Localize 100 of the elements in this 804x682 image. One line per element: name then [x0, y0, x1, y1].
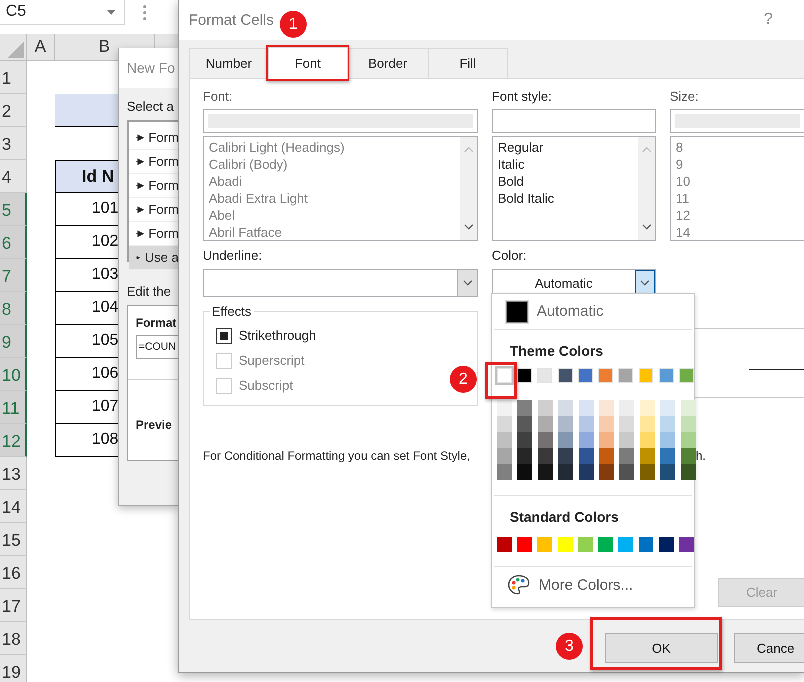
tab[interactable]: Font	[268, 47, 348, 79]
color-swatch[interactable]	[619, 432, 634, 448]
color-swatch[interactable]	[497, 416, 512, 432]
color-swatch[interactable]	[660, 432, 676, 448]
section-label: Select a	[127, 99, 175, 114]
dialog-title: New Fo	[119, 48, 179, 88]
automatic-option[interactable]: Automatic	[492, 294, 694, 329]
color-swatch[interactable]	[680, 448, 696, 464]
help-button[interactable]: ?	[764, 11, 773, 29]
color-swatch[interactable]	[517, 448, 532, 464]
color-swatch[interactable]	[497, 448, 512, 464]
row-header: 4	[0, 160, 27, 193]
color-swatch[interactable]	[619, 464, 634, 480]
sample-line	[749, 369, 804, 370]
color-swatch[interactable]	[658, 537, 674, 552]
color-swatch[interactable]	[558, 448, 574, 464]
arrow-icon	[136, 254, 140, 262]
list-item[interactable]: Use a	[129, 246, 179, 270]
color-swatch[interactable]	[558, 400, 574, 416]
ok-button[interactable]: OK	[605, 633, 718, 663]
list-item[interactable]: Italic	[498, 156, 633, 173]
color-swatch[interactable]	[497, 537, 512, 552]
color-swatch[interactable]	[538, 432, 553, 448]
scroll-up-icon	[642, 147, 652, 153]
color-swatch[interactable]	[538, 416, 553, 432]
color-swatch[interactable]	[517, 537, 532, 552]
color-swatch[interactable]	[538, 464, 553, 480]
list-box[interactable]: Regular Italic Bold Bold Italic	[492, 136, 656, 241]
color-swatch[interactable]	[660, 464, 676, 480]
color-swatch[interactable]	[578, 537, 593, 552]
color-swatch[interactable]	[538, 400, 553, 416]
arrow-icon	[136, 158, 144, 166]
color-swatch[interactable]	[660, 416, 676, 432]
color-swatch[interactable]	[497, 400, 512, 416]
color-swatch[interactable]	[578, 416, 594, 432]
color-swatch[interactable]	[497, 432, 512, 448]
color-swatch[interactable]	[660, 400, 676, 416]
checkbox[interactable]	[216, 328, 232, 344]
checkbox-label: Superscript	[239, 353, 305, 368]
color-swatch[interactable]	[640, 448, 655, 464]
row-header: 16	[0, 556, 27, 589]
color-swatch[interactable]	[680, 432, 696, 448]
row-header: 15	[0, 523, 27, 556]
color-swatch[interactable]	[660, 448, 676, 464]
chevron-down-icon	[640, 280, 650, 286]
color-swatch[interactable]	[517, 464, 532, 480]
color-swatch[interactable]	[680, 464, 696, 480]
input-field[interactable]	[203, 109, 478, 133]
color-swatch[interactable]	[618, 537, 634, 552]
color-swatch[interactable]	[578, 432, 594, 448]
color-swatch[interactable]	[578, 400, 594, 416]
color-swatch[interactable]	[558, 416, 574, 432]
color-swatch[interactable]	[640, 432, 655, 448]
color-swatch[interactable]	[558, 464, 574, 480]
row-header: 8	[0, 292, 27, 325]
input-field[interactable]	[670, 109, 804, 133]
color-swatch[interactable]	[679, 537, 694, 552]
color-swatch[interactable]	[638, 537, 654, 552]
color-swatch[interactable]	[517, 416, 532, 432]
color-swatch[interactable]	[517, 400, 532, 416]
color-swatch[interactable]	[497, 464, 512, 480]
cancel-button[interactable]: Cance	[734, 633, 804, 663]
color-swatch[interactable]	[598, 464, 614, 480]
tab[interactable]: Number	[189, 48, 269, 78]
list-item[interactable]: Regular	[498, 139, 633, 156]
color-swatch[interactable]	[619, 400, 634, 416]
arrow-icon	[136, 134, 144, 142]
field-label: Size:	[670, 89, 700, 105]
list-item[interactable]: Bold Italic	[498, 190, 633, 207]
color-swatch[interactable]	[578, 464, 594, 480]
column-header: A	[27, 34, 55, 60]
color-swatch[interactable]	[598, 400, 614, 416]
color-swatch[interactable]	[598, 432, 614, 448]
color-swatch[interactable]	[680, 416, 696, 432]
color-swatch[interactable]	[640, 464, 655, 480]
color-swatch[interactable]	[578, 448, 594, 464]
row-header: 9	[0, 325, 27, 358]
color-swatch[interactable]	[558, 432, 574, 448]
color-swatch[interactable]	[619, 416, 634, 432]
color-swatch[interactable]	[598, 448, 614, 464]
row-header: 14	[0, 490, 27, 523]
dropdown[interactable]	[203, 269, 478, 297]
highlight-frame	[485, 362, 517, 399]
color-swatch[interactable]	[598, 537, 614, 552]
color-swatch[interactable]	[538, 448, 553, 464]
more-colors-link[interactable]: More Colors...	[539, 576, 634, 594]
color-swatch[interactable]	[517, 432, 532, 448]
color-swatch[interactable]	[640, 416, 655, 432]
row-header: 2	[0, 94, 27, 127]
color-swatch[interactable]	[598, 416, 614, 432]
hint-text: h.	[696, 449, 708, 463]
row-header: 10	[0, 358, 27, 391]
list-item[interactable]: Bold	[498, 173, 633, 190]
input-field[interactable]	[492, 109, 656, 133]
select-all-icon	[8, 42, 24, 58]
tab[interactable]: Fill	[428, 48, 508, 78]
color-swatch[interactable]	[640, 400, 655, 416]
name-box[interactable]: C5	[0, 0, 125, 25]
color-swatch[interactable]	[680, 400, 696, 416]
color-swatch[interactable]	[619, 448, 634, 464]
